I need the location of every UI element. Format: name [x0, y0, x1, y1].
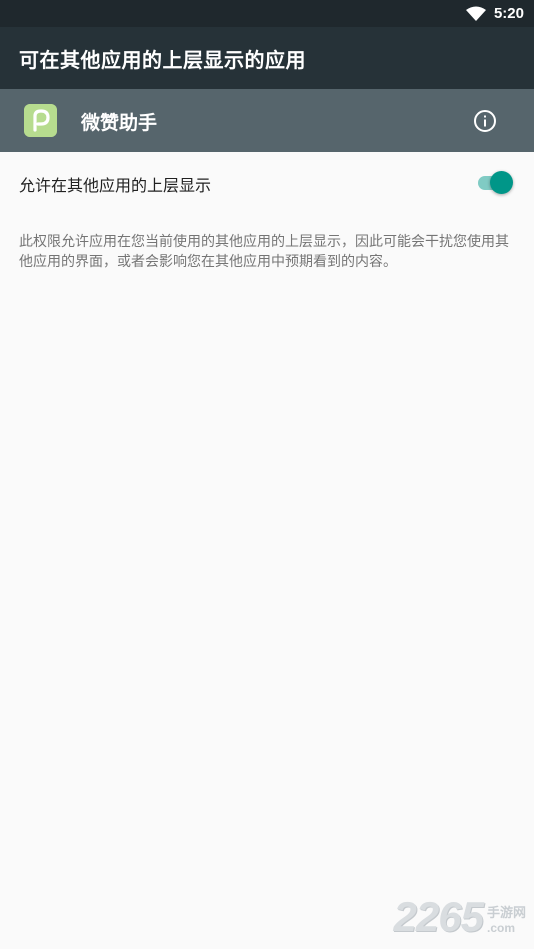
switch-thumb [490, 171, 513, 194]
toolbar: 可在其他应用的上层显示的应用 [0, 27, 534, 89]
permission-label: 允许在其他应用的上层显示 [19, 176, 212, 195]
app-info-button[interactable] [472, 108, 498, 134]
permission-toggle-row[interactable]: 允许在其他应用的上层显示 [0, 152, 534, 214]
app-name: 微赞助手 [81, 112, 158, 134]
watermark-logo: 2265 手游网 .com [394, 893, 526, 941]
info-icon [473, 109, 497, 133]
app-icon [24, 104, 57, 137]
permission-summary: 此权限允许应用在您当前使用的其他应用的上层显示，因此可能会干扰您使用其他应用的界… [19, 234, 509, 270]
wifi-icon [465, 6, 486, 22]
app-header: 微赞助手 [0, 89, 534, 152]
watermark-number: 2265 [393, 893, 484, 940]
status-bar: 5:20 [0, 0, 534, 27]
status-time: 5:20 [493, 5, 524, 22]
page-title: 可在其他应用的上层显示的应用 [19, 47, 306, 72]
watermark-site-name: 手游网 [486, 906, 526, 921]
watermark-domain: .com [486, 921, 515, 935]
permission-switch[interactable] [478, 168, 514, 198]
